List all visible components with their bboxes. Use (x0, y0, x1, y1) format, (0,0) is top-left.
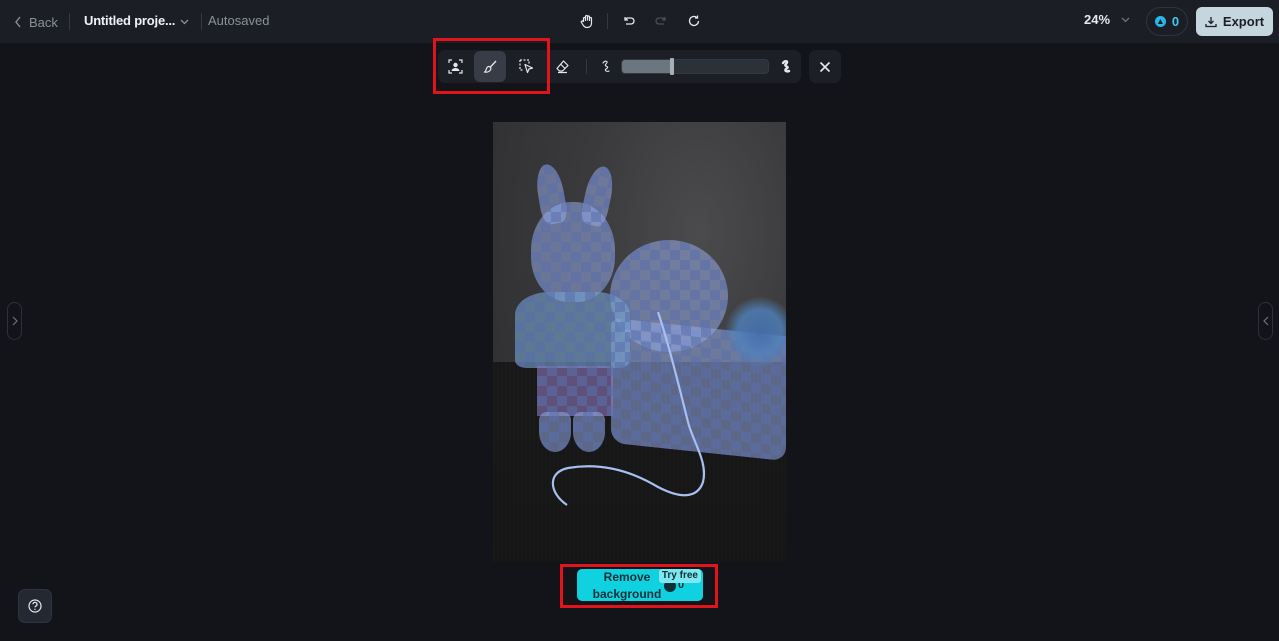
help-button[interactable] (18, 589, 52, 623)
auto-select-subject-tool[interactable] (439, 51, 471, 82)
slider-fill (622, 60, 672, 73)
credits-button[interactable]: 0 (1146, 7, 1188, 36)
divider (586, 59, 587, 74)
yarn-string (551, 311, 706, 506)
mask-toolbar (438, 50, 801, 83)
remove-background-label: Remove background (592, 570, 662, 601)
redo-button[interactable] (650, 10, 672, 32)
expand-right-panel-button[interactable] (1258, 302, 1273, 340)
brush-size-min-button[interactable] (591, 51, 621, 82)
eraser-tool[interactable] (546, 51, 578, 82)
close-icon (819, 61, 831, 72)
chevron-down-icon[interactable] (179, 16, 190, 27)
brush-tool[interactable] (474, 51, 506, 82)
remove-background-button[interactable]: Remove background 0 Try free (577, 569, 703, 601)
thick-stroke-icon (781, 60, 790, 73)
eraser-icon (555, 60, 569, 74)
chevron-left-icon (1262, 316, 1268, 326)
subject-select-icon (447, 59, 463, 74)
lasso-select-icon (518, 59, 533, 74)
credit-icon (1154, 16, 1166, 27)
try-free-badge: Try free (658, 569, 701, 583)
reset-button[interactable] (683, 10, 705, 32)
project-title[interactable]: Untitled proje... (84, 13, 175, 28)
divider (69, 13, 70, 30)
redo-icon (655, 17, 666, 25)
brush-size-slider[interactable] (621, 58, 769, 75)
save-status: Autosaved (208, 13, 270, 28)
chevron-right-icon (12, 316, 18, 326)
back-label: Back (29, 14, 58, 30)
hand-tool-button[interactable] (576, 10, 598, 32)
brush-size-max-button[interactable] (771, 51, 801, 82)
slider-thumb[interactable] (669, 58, 674, 75)
export-label: Export (1222, 14, 1265, 29)
chevron-down-icon (1121, 17, 1130, 23)
thin-stroke-icon (601, 60, 610, 72)
undo-button[interactable] (618, 10, 640, 32)
back-button[interactable]: Back (14, 12, 58, 32)
close-mask-toolbar-button[interactable] (809, 50, 841, 83)
undo-icon (624, 17, 635, 25)
export-button[interactable]: Export (1196, 7, 1273, 36)
download-icon (1205, 16, 1217, 27)
canvas-image[interactable] (493, 122, 786, 562)
lasso-select-tool[interactable] (510, 51, 542, 82)
credits-count: 0 (1171, 14, 1180, 29)
refresh-icon (688, 15, 700, 27)
top-bar: Back Untitled proje... Autosaved 24% 0 E… (0, 0, 1279, 43)
hand-icon (580, 14, 593, 29)
divider (201, 13, 202, 30)
help-icon (28, 599, 42, 613)
divider (607, 13, 608, 29)
zoom-level: 24% (1084, 12, 1111, 27)
expand-left-panel-button[interactable] (7, 302, 22, 340)
zoom-dropdown[interactable]: 24% (1084, 12, 1131, 27)
brush-icon (483, 60, 496, 73)
chevron-left-icon (15, 16, 21, 28)
